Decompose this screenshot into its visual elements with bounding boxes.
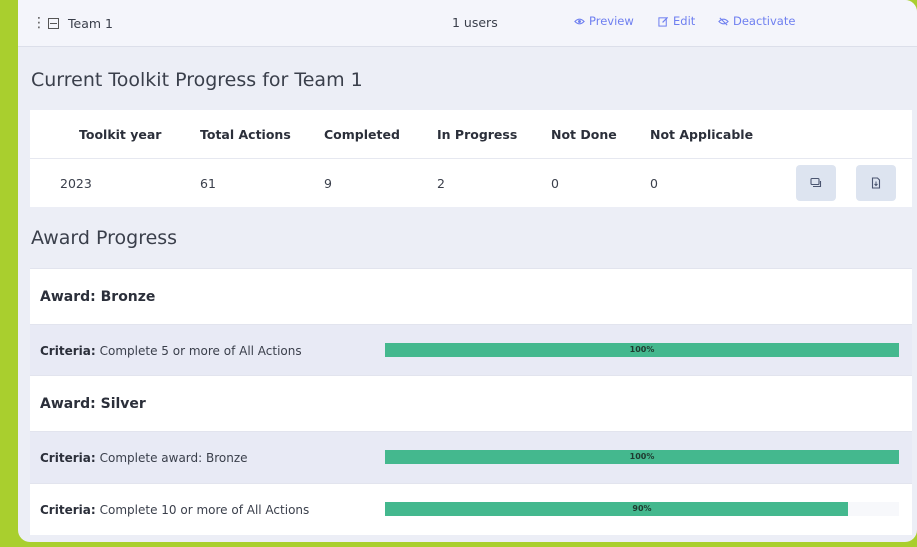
cell-in-progress: 2 [437, 175, 445, 191]
team-header-row: ⋮ Team 1 1 users Preview Edit Deactivate [18, 0, 917, 47]
user-count: 1 users [452, 15, 498, 30]
progress-bar: 90% [385, 502, 899, 516]
criteria-text: Complete 10 or more of All Actions [99, 502, 310, 517]
comments-button[interactable] [796, 165, 836, 201]
team-name: Team 1 [68, 15, 113, 31]
col-not-done: Not Done [551, 126, 617, 142]
award-progress-title: Award Progress [31, 227, 178, 249]
preview-link[interactable]: Preview [574, 14, 634, 28]
award-silver: Award: Silver Criteria: Complete award: … [30, 375, 912, 535]
award-title: Award: Silver [30, 375, 912, 431]
criteria-text: Complete 5 or more of All Actions [99, 343, 302, 358]
comments-icon [810, 177, 822, 188]
table-row: 2023 61 9 2 0 0 [30, 158, 912, 207]
criteria-label: Criteria: [40, 502, 96, 517]
progress-bar: 100% [385, 450, 899, 464]
collapse-icon[interactable] [48, 17, 59, 29]
preview-label: Preview [589, 14, 634, 28]
progress-label: 100% [629, 452, 655, 461]
criteria-text: Complete award: Bronze [99, 450, 248, 465]
deactivate-label: Deactivate [733, 14, 796, 28]
progress-label: 90% [632, 504, 652, 513]
criteria-row: Criteria: Complete 10 or more of All Act… [30, 483, 912, 535]
toolkit-title: Current Toolkit Progress for Team 1 [31, 69, 363, 91]
award-title: Award: Bronze [30, 268, 912, 324]
team-panel: ⋮ Team 1 1 users Preview Edit Deactivate [18, 0, 917, 542]
edit-label: Edit [673, 14, 696, 28]
criteria-row: Criteria: Complete award: Bronze 100% [30, 431, 912, 483]
edit-icon [658, 16, 669, 27]
criteria-row: Criteria: Complete 5 or more of All Acti… [30, 324, 912, 376]
col-not-applicable: Not Applicable [650, 126, 754, 142]
table-header: Toolkit year Total Actions Completed In … [30, 110, 912, 158]
edit-link[interactable]: Edit [658, 14, 695, 28]
toolkit-table: Toolkit year Total Actions Completed In … [30, 110, 912, 207]
deactivate-link[interactable]: Deactivate [718, 14, 795, 28]
export-button[interactable] [856, 165, 896, 201]
cell-not-applicable: 0 [650, 175, 658, 191]
progress-bar: 100% [385, 343, 899, 357]
cell-year: 2023 [60, 175, 92, 191]
eye-slash-icon [718, 16, 729, 26]
col-total-actions: Total Actions [200, 126, 291, 142]
drag-handle-icon[interactable]: ⋮ [32, 16, 46, 30]
criteria-label: Criteria: [40, 343, 96, 358]
cell-total: 61 [200, 175, 216, 191]
eye-icon [574, 18, 585, 24]
col-toolkit-year: Toolkit year [79, 126, 162, 142]
cell-not-done: 0 [551, 175, 559, 191]
cell-completed: 9 [324, 175, 332, 191]
criteria-label: Criteria: [40, 450, 96, 465]
col-completed: Completed [324, 126, 400, 142]
file-download-icon [871, 177, 881, 189]
progress-label: 100% [629, 345, 655, 354]
col-in-progress: In Progress [437, 126, 518, 142]
award-bronze: Award: Bronze Criteria: Complete 5 or mo… [30, 268, 912, 376]
